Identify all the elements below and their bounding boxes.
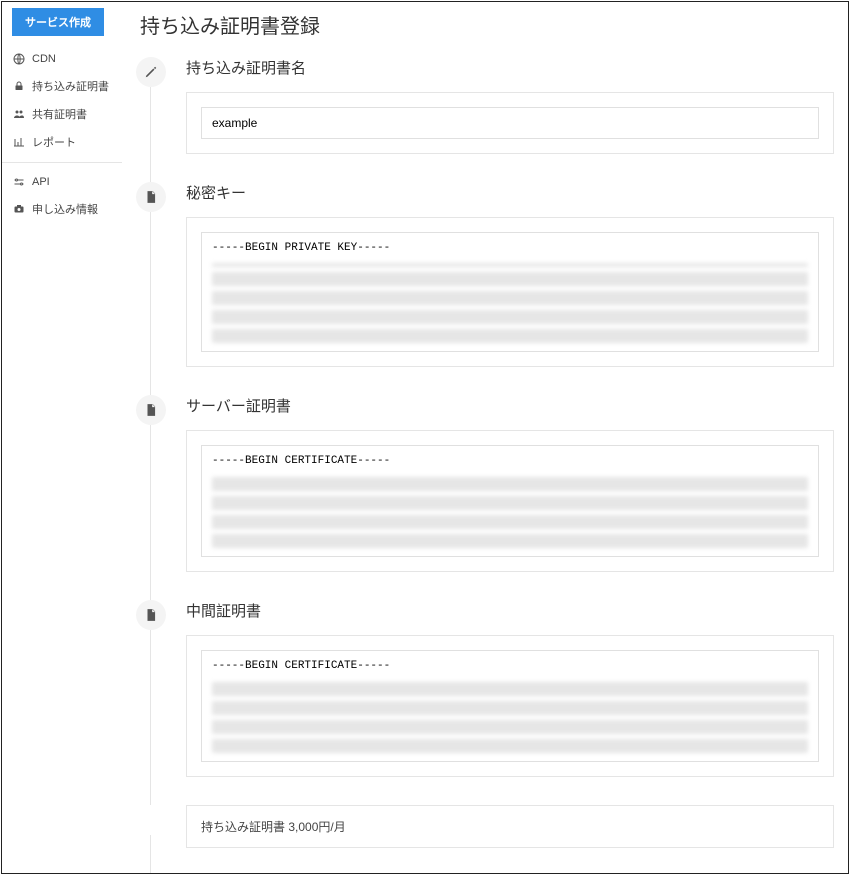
step-private-key: 秘密キー — [136, 182, 834, 367]
service-create-button[interactable]: サービス作成 — [12, 8, 104, 36]
globe-icon — [12, 52, 26, 66]
camera-icon — [12, 202, 26, 216]
sidebar-item-label: 持ち込み証明書 — [32, 78, 109, 94]
private-key-redacted — [212, 263, 808, 343]
chain-cert-textarea[interactable] — [212, 659, 808, 675]
server-cert-redacted — [212, 476, 808, 548]
chart-icon — [12, 135, 26, 149]
sidebar-item-label: 申し込み情報 — [32, 201, 98, 217]
private-key-textarea[interactable] — [212, 241, 808, 257]
users-icon — [12, 107, 26, 121]
section-label: 秘密キー — [186, 182, 834, 203]
section-label: 持ち込み証明書名 — [186, 57, 834, 78]
sidebar-item-label: 共有証明書 — [32, 106, 87, 122]
sidebar-item-report[interactable]: レポート — [2, 128, 122, 156]
lock-icon — [12, 79, 26, 93]
sidebar-item-shared-cert[interactable]: 共有証明書 — [2, 100, 122, 128]
main-content: 持ち込み証明書登録 持ち込み証明書名 秘密キー — [122, 2, 848, 873]
document-icon — [136, 395, 166, 425]
sidebar-item-byoc[interactable]: 持ち込み証明書 — [2, 72, 122, 100]
server-cert-textarea[interactable] — [212, 454, 808, 470]
pencil-icon — [136, 57, 166, 87]
price-info: 持ち込み証明書 3,000円/月 — [186, 805, 834, 848]
chain-cert-redacted — [212, 681, 808, 753]
step-price: 持ち込み証明書 3,000円/月 — [136, 805, 834, 848]
section-label: サーバー証明書 — [186, 395, 834, 416]
sidebar-divider — [2, 162, 122, 163]
sidebar-item-label: レポート — [32, 134, 76, 150]
cert-name-input[interactable] — [201, 107, 819, 139]
spacer — [136, 805, 166, 835]
document-icon — [136, 600, 166, 630]
sidebar-item-api[interactable]: API — [2, 169, 122, 195]
sidebar-item-application[interactable]: 申し込み情報 — [2, 195, 122, 223]
sliders-icon — [12, 175, 26, 189]
sidebar: サービス作成 CDN 持ち込み証明書 共有証明書 レポート — [2, 2, 122, 873]
sidebar-item-cdn[interactable]: CDN — [2, 46, 122, 72]
document-icon — [136, 182, 166, 212]
step-server-cert: サーバー証明書 — [136, 395, 834, 572]
sidebar-item-label: CDN — [32, 53, 56, 65]
step-cert-name: 持ち込み証明書名 — [136, 57, 834, 154]
section-label: 中間証明書 — [186, 600, 834, 621]
sidebar-item-label: API — [32, 176, 50, 188]
page-title: 持ち込み証明書登録 — [140, 10, 834, 39]
step-chain-cert: 中間証明書 — [136, 600, 834, 777]
